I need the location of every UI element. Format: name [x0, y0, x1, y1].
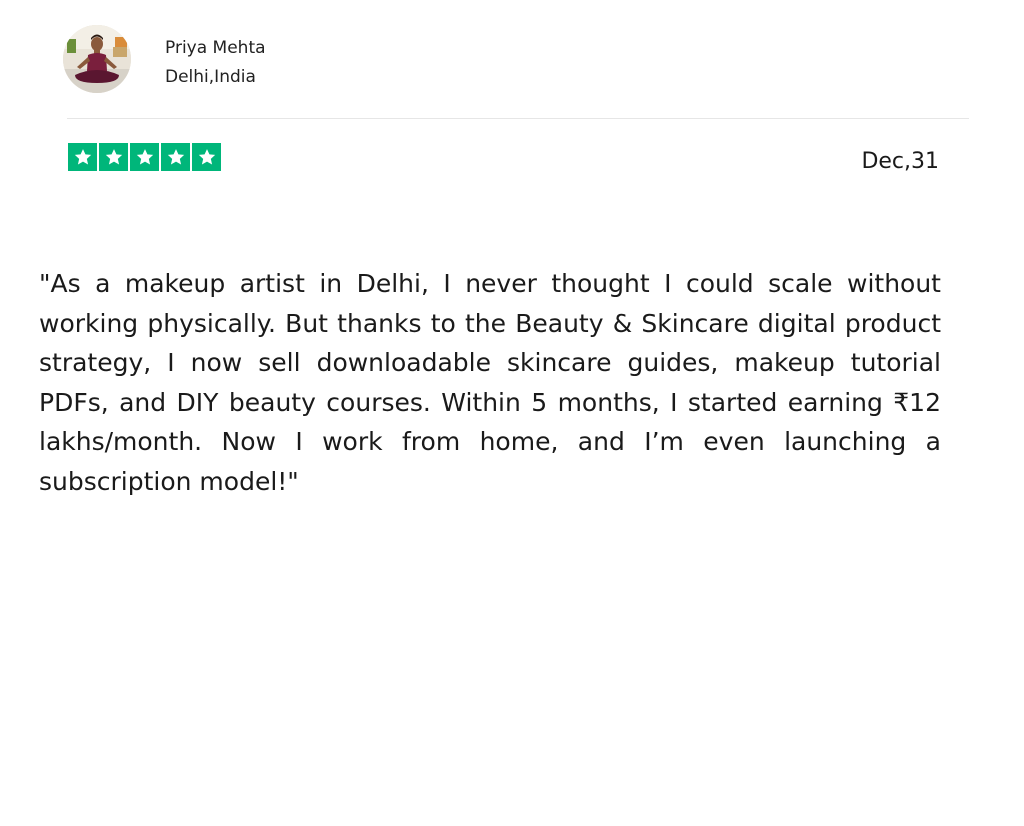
reviewer-location: Delhi,India: [165, 67, 256, 87]
star-icon: [68, 143, 97, 171]
reviewer-name: Priya Mehta: [165, 38, 266, 58]
header-divider: [67, 118, 969, 119]
review-date: Dec,31: [861, 149, 939, 174]
review-card: Priya Mehta Delhi,India Dec,31 "As a mak…: [0, 0, 1024, 826]
reviewer-avatar: [63, 25, 131, 93]
star-icon: [99, 143, 128, 171]
star-rating: [68, 143, 221, 171]
star-icon: [130, 143, 159, 171]
review-text: "As a makeup artist in Delhi, I never th…: [39, 269, 941, 496]
star-icon: [161, 143, 190, 171]
star-icon: [192, 143, 221, 171]
